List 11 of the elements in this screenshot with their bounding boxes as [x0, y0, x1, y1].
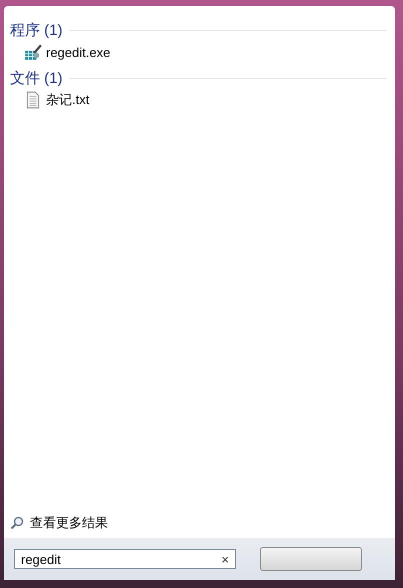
search-icon	[10, 516, 24, 530]
registry-editor-icon	[24, 43, 42, 61]
result-item[interactable]: 杂记.txt	[10, 88, 387, 112]
see-more-results-link[interactable]: 查看更多结果	[10, 514, 108, 532]
text-file-icon	[24, 91, 42, 109]
group-heading: 文件 (1)	[10, 68, 62, 88]
group-heading: 程序 (1)	[10, 20, 62, 40]
clear-button[interactable]: ×	[221, 552, 229, 566]
search-field[interactable]: regedit ×	[14, 549, 236, 569]
result-item[interactable]: regedit.exe	[10, 40, 387, 64]
shutdown-button[interactable]	[260, 547, 362, 571]
